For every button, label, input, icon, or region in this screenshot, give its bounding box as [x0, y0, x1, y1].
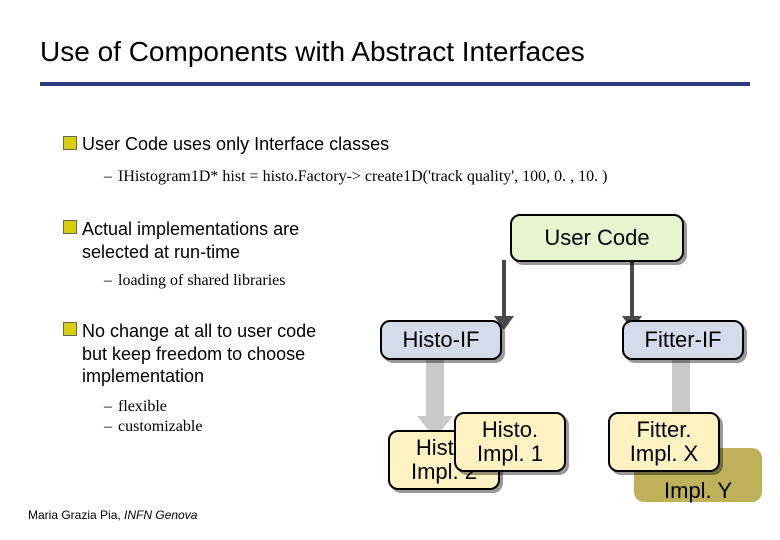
- arrow-column: [426, 356, 444, 416]
- bullet-nochange: No change at all to user code but keep f…: [64, 320, 342, 388]
- bullet-text: Actual implementations are selected at r…: [82, 219, 299, 262]
- box-fitter-if: Fitter-IF: [622, 320, 744, 360]
- bullet-runtime: Actual implementations are selected at r…: [64, 218, 362, 263]
- box-label: Fitter. Impl. X: [610, 418, 718, 466]
- title-underline: [40, 82, 750, 86]
- code-line: IHistogram1D* hist = histo.Factory-> cre…: [118, 168, 607, 185]
- sub-bullet-code: IHistogram1D* hist = histo.Factory-> cre…: [104, 168, 738, 186]
- box-label: Fitter-IF: [645, 328, 722, 352]
- arrow-stem: [630, 260, 634, 316]
- bullet-text: User Code uses only Interface classes: [82, 134, 389, 154]
- sub-bullet-flexible: flexible: [104, 398, 167, 416]
- slide: Use of Components with Abstract Interfac…: [0, 0, 780, 540]
- sub-bullet-customizable: customizable: [104, 418, 202, 436]
- footer: Maria Grazia Pia, INFN Genova: [28, 508, 197, 522]
- footer-institution: INFN Genova: [124, 508, 197, 522]
- sub-text: customizable: [118, 418, 202, 435]
- bullet-user-code: User Code uses only Interface classes: [64, 134, 642, 155]
- footer-author: Maria Grazia Pia,: [28, 508, 124, 522]
- box-histo-impl1: Histo. Impl. 1: [454, 412, 566, 472]
- arrow-column: [672, 356, 690, 416]
- bullet-icon: [64, 137, 76, 149]
- sub-text: flexible: [118, 398, 167, 415]
- box-label: Histo. Impl. 1: [456, 418, 564, 466]
- slide-title: Use of Components with Abstract Interfac…: [40, 36, 750, 68]
- box-label: Impl. Y: [664, 478, 732, 503]
- box-user-code: User Code: [510, 214, 684, 262]
- sub-text: loading of shared libraries: [118, 272, 286, 289]
- box-label: User Code: [544, 226, 649, 250]
- bullet-icon: [64, 221, 76, 233]
- bullet-icon: [64, 323, 76, 335]
- bullet-text: No change at all to user code but keep f…: [82, 321, 316, 386]
- box-histo-if: Histo-IF: [380, 320, 502, 360]
- label-impl-y: Impl. Y: [664, 478, 732, 504]
- arrow-stem: [502, 260, 506, 316]
- box-fitter-implx: Fitter. Impl. X: [608, 412, 720, 472]
- sub-bullet-loading: loading of shared libraries: [104, 272, 378, 290]
- box-label: Histo-IF: [403, 328, 480, 352]
